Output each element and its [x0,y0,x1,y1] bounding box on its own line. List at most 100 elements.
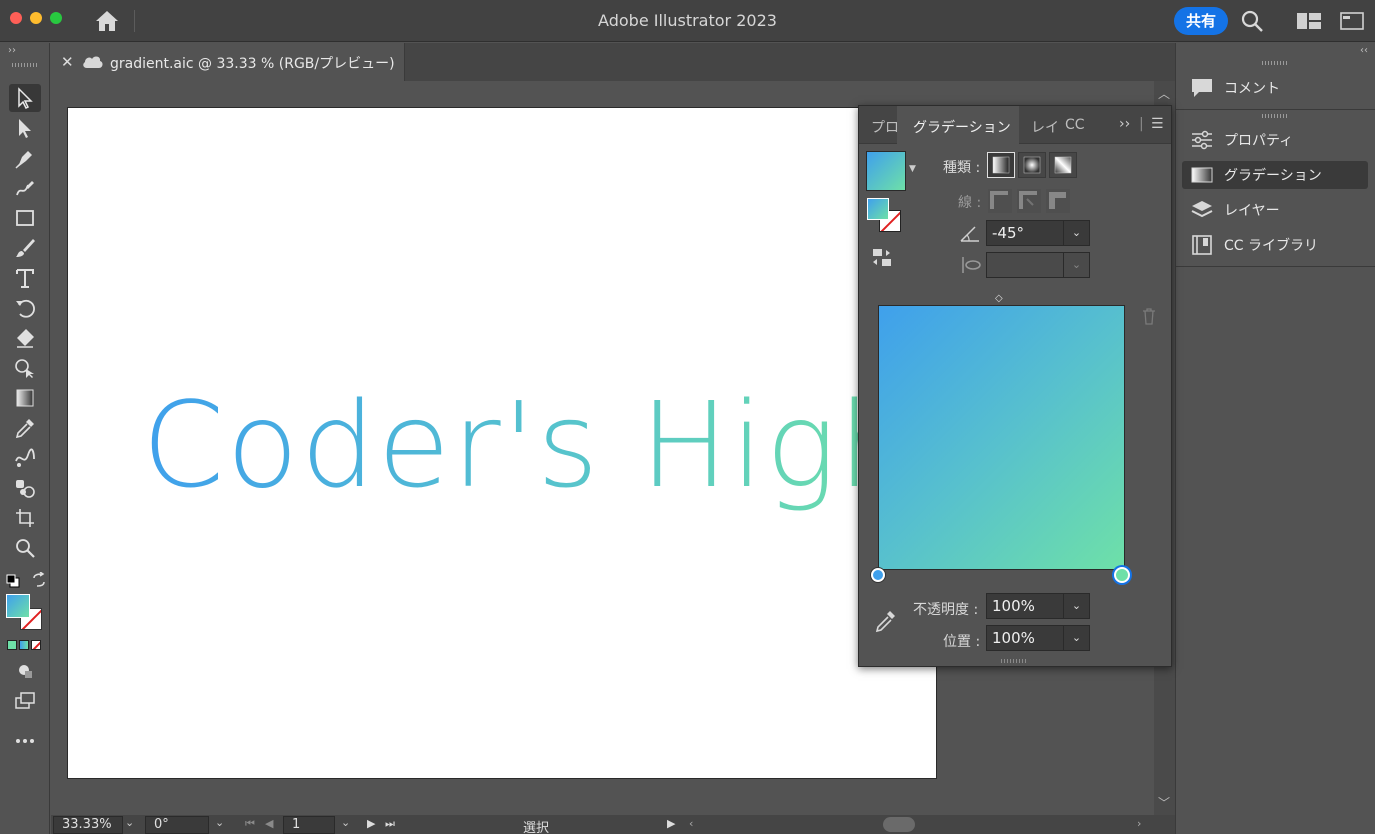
status-menu-icon[interactable]: ▶ [667,817,675,830]
screen-mode-icon[interactable] [9,687,41,715]
type-label: 種類 : [943,160,981,176]
more-tabs-icon[interactable]: ›› [1119,116,1130,132]
collapse-toolbar-icon[interactable]: ›› [8,45,16,56]
toolbar-grip[interactable] [12,63,38,67]
shape-builder-tool-icon[interactable] [9,354,41,382]
draw-mode-icon[interactable] [9,657,41,685]
panel-resize-grip[interactable] [1001,659,1027,663]
gradient-preview[interactable] [878,305,1125,570]
dock-item-cc-libraries[interactable]: CC ライブラリ [1182,231,1368,259]
color-mode-buttons[interactable] [7,640,43,652]
previous-artboard-icon[interactable]: ◀ [265,817,273,830]
artboard-dropdown-icon[interactable]: ⌄ [341,816,350,829]
angle-field[interactable]: -45° ⌄ [986,220,1090,246]
gradient-stop-start[interactable] [871,568,885,582]
scroll-down-icon[interactable]: ﹀ [1158,794,1170,811]
type-tool-icon[interactable] [9,264,41,292]
aspect-ratio-dropdown-icon[interactable]: ⌄ [1063,253,1089,277]
dock-item-gradient[interactable]: グラデーション [1182,161,1368,189]
tab-cc-libraries[interactable]: CC [1065,117,1085,133]
freeform-gradient-button[interactable] [1049,152,1077,178]
location-field[interactable]: 100% ⌄ [986,625,1090,651]
gradient-stop-end[interactable] [1114,567,1130,583]
tab-layers[interactable]: レイ [1031,117,1059,137]
scroll-right-icon[interactable]: › [1137,817,1141,830]
swap-fill-stroke-icon[interactable] [31,571,47,588]
tools-panel: ›› [0,43,50,834]
close-tab-icon[interactable]: ✕ [61,53,74,71]
swatch-dropdown-icon[interactable]: ▼ [909,164,916,174]
opacity-field[interactable]: 100% ⌄ [986,593,1090,619]
tab-separator: | [1139,116,1144,132]
reverse-gradient-icon[interactable] [871,247,893,269]
fill-stroke-mini-swatch[interactable] [867,198,903,234]
eraser-tool-icon[interactable] [9,324,41,352]
rotate-tool-icon[interactable] [9,294,41,322]
direct-selection-tool-icon[interactable] [9,114,41,142]
share-button[interactable]: 共有 [1174,7,1228,35]
dock-grip[interactable] [1262,61,1288,65]
blend-tool-icon[interactable] [9,444,41,472]
next-artboard-icon[interactable]: ▶ [367,817,375,830]
horizontal-scroll-thumb[interactable] [883,817,915,832]
scroll-up-icon[interactable]: ︿ [1158,85,1170,102]
gradient-midpoint-diamond[interactable]: ◇ [995,293,1003,304]
search-icon[interactable] [1240,9,1264,33]
gradient-swatch[interactable] [866,151,906,191]
panel-toggle-icon[interactable] [1340,11,1364,31]
artboard-tool-icon[interactable] [9,504,41,532]
panel-menu-icon[interactable]: ☰ [1151,116,1164,132]
stroke-gradient-across-button[interactable] [1046,189,1070,213]
zoom-tool-icon[interactable] [9,534,41,562]
cc-libraries-icon [1190,234,1214,256]
artboard[interactable]: Coder's High [67,107,937,779]
angle-dropdown-icon[interactable]: ⌄ [1063,221,1089,245]
stroke-gradient-along-button[interactable] [1017,189,1041,213]
stroke-gradient-within-button[interactable] [988,189,1012,213]
tool-mode-label: 選択 [523,821,550,834]
eyedropper-icon[interactable] [873,609,897,633]
pen-tool-icon[interactable] [9,144,41,172]
tab-gradient[interactable]: グラデーション [897,106,1019,144]
opacity-value: 100% [992,597,1035,615]
selection-tool-icon[interactable] [9,84,41,112]
artboard-number-field[interactable]: 1 [283,816,335,834]
eyedropper-tool-icon[interactable] [9,414,41,442]
fill-stroke-swatch[interactable] [6,594,44,632]
location-label: 位置 : [943,634,981,650]
app-title: Adobe Illustrator 2023 [598,11,777,30]
scroll-left-icon[interactable]: ‹ [689,817,693,830]
artboard-gradient-text[interactable]: Coder's High [142,376,915,514]
rotation-field[interactable]: 0° [145,816,209,834]
document-tab-bar: ✕ gradient.aic @ 33.33 % (RGB/プレビュー) [51,43,1175,81]
workspace-switcher-icon[interactable] [1296,11,1322,31]
dock-grip-2[interactable] [1262,114,1288,118]
dock-item-properties[interactable]: プロパティ [1182,126,1368,154]
curvature-tool-icon[interactable] [9,174,41,202]
rectangle-tool-icon[interactable] [9,204,41,232]
linear-gradient-button[interactable] [987,152,1015,178]
first-artboard-icon[interactable]: ⏮ [245,817,255,831]
collapse-dock-icon[interactable]: ‹‹ [1360,45,1368,56]
delete-stop-icon[interactable] [1141,307,1157,325]
zoom-field[interactable]: 33.33% [53,816,123,834]
dock-item-cc-libraries-label: CC ライブラリ [1224,238,1319,254]
radial-gradient-button[interactable] [1018,152,1046,178]
dock-item-comments[interactable]: コメント [1182,74,1368,102]
paintbrush-tool-icon[interactable] [9,234,41,262]
gradient-panel: プロ ◇ グラデーション レイ CC ›› | ☰ ▼ 種類 : 線 : [858,105,1172,667]
zoom-dropdown-icon[interactable]: ⌄ [125,816,134,829]
gradient-tool-icon[interactable] [9,384,41,412]
document-tab[interactable]: ✕ gradient.aic @ 33.33 % (RGB/プレビュー) [51,43,405,81]
tab-properties[interactable]: プロ [871,117,899,137]
aspect-ratio-field[interactable]: ⌄ [986,252,1090,278]
opacity-dropdown-icon[interactable]: ⌄ [1063,594,1089,618]
dock-item-properties-label: プロパティ [1224,133,1294,149]
symbol-sprayer-tool-icon[interactable] [9,474,41,502]
edit-toolbar-more-icon[interactable] [9,727,41,755]
last-artboard-icon[interactable]: ⏭ [385,817,395,831]
rotation-dropdown-icon[interactable]: ⌄ [215,816,224,829]
default-fill-stroke-icon[interactable] [6,573,20,588]
location-dropdown-icon[interactable]: ⌄ [1063,626,1089,650]
dock-item-layers[interactable]: レイヤー [1182,196,1368,224]
